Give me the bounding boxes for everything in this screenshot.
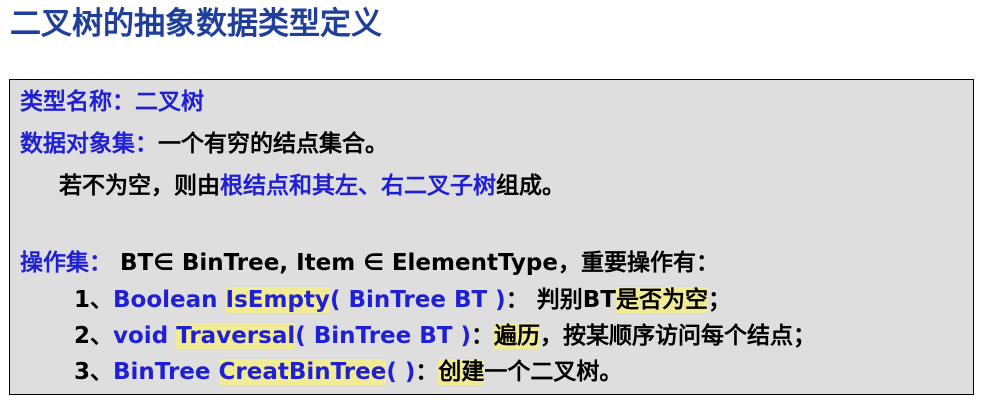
operations-label: 操作集： xyxy=(20,250,112,276)
data-objects-blue-text: 根结点和其左、右二叉子树 xyxy=(220,173,496,199)
operation-params: ( BinTree BT ) xyxy=(329,287,506,313)
operations-signature: BT∈ BinTree, Item ∈ ElementType，重要操作有： xyxy=(112,250,719,276)
operation-item: 3、BinTree CreatBinTree( )：创建一个二叉树。 xyxy=(74,354,622,390)
type-name-value: 二叉树 xyxy=(135,89,204,115)
operation-number: 1、 xyxy=(74,287,114,313)
operation-item: 1、Boolean IsEmpty( BinTree BT )： 判别BT是否为… xyxy=(74,282,731,318)
definition-box: 类型名称：二叉树 数据对象集：一个有穷的结点集合。 若不为空，则由根结点和其左、… xyxy=(9,79,974,395)
operation-number: 2、 xyxy=(74,323,114,349)
data-objects-label: 数据对象集： xyxy=(20,131,158,157)
operation-name: IsEmpty xyxy=(225,287,330,313)
operation-number: 3、 xyxy=(74,359,114,385)
operation-params: ( BinTree BT ) xyxy=(295,323,471,349)
operation-name: Traversal xyxy=(176,323,296,349)
data-objects-suffix: 组成。 xyxy=(496,173,565,199)
data-objects-prefix: 若不为空，则由 xyxy=(59,173,220,199)
operation-return-type: Boolean xyxy=(113,287,226,313)
operation-desc-tail: ； xyxy=(707,287,731,313)
operation-return-type: BinTree xyxy=(113,359,219,385)
operation-desc-tail: ，按某顺序访问每个结点； xyxy=(540,323,816,349)
operation-separator: ： 判别BT xyxy=(505,287,616,313)
operation-desc-highlight: 创建 xyxy=(438,359,485,385)
type-name-line: 类型名称：二叉树 xyxy=(20,84,204,120)
operation-name: CreatBinTree xyxy=(218,359,387,385)
operation-item: 2、void Traversal( BinTree BT )：遍历，按某顺序访问… xyxy=(74,318,816,354)
operation-return-type: void xyxy=(113,323,177,349)
operations-line: 操作集： BT∈ BinTree, Item ∈ ElementType，重要操… xyxy=(20,245,719,281)
operation-params: ( ) xyxy=(386,359,416,385)
type-name-label: 类型名称： xyxy=(20,89,135,115)
data-objects-value: 一个有穷的结点集合。 xyxy=(158,131,388,157)
page-title: 二叉树的抽象数据类型定义 xyxy=(10,6,382,42)
data-objects-detail-line: 若不为空，则由根结点和其左、右二叉子树组成。 xyxy=(59,168,565,204)
data-objects-line: 数据对象集：一个有穷的结点集合。 xyxy=(20,126,388,162)
operation-separator: ： xyxy=(471,323,494,349)
operation-separator: ： xyxy=(415,359,439,385)
operation-desc-highlight: 是否为空 xyxy=(615,287,708,313)
operation-desc-tail: 一个二叉树。 xyxy=(484,359,623,385)
operation-desc-highlight: 遍历 xyxy=(494,323,540,349)
